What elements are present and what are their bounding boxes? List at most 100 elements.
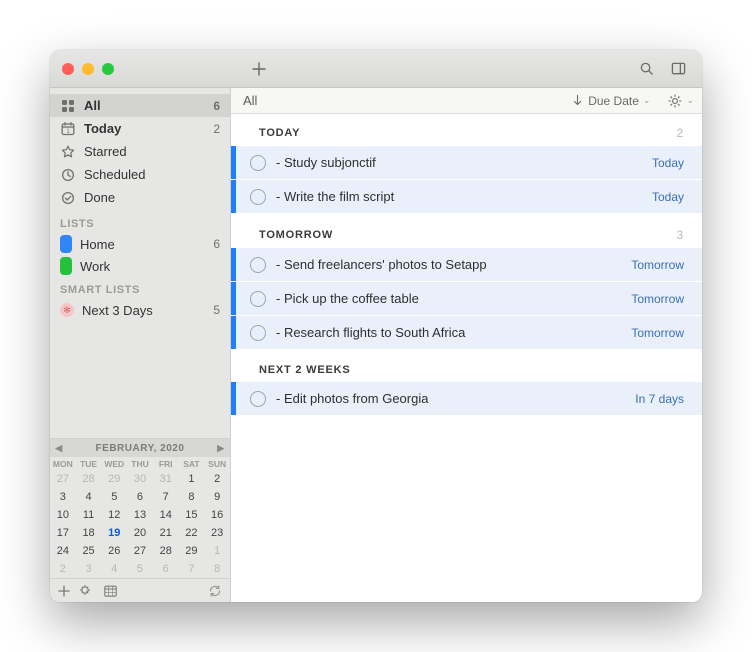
calendar-day[interactable]: 19	[101, 524, 127, 542]
calendar-day[interactable]: 4	[76, 488, 102, 506]
smart-list-item[interactable]: ✻Next 3 Days5	[50, 299, 230, 321]
calendar-day[interactable]: 15	[179, 506, 205, 524]
calendar-day[interactable]: 6	[153, 560, 179, 578]
calendar-day[interactable]: 22	[179, 524, 205, 542]
calendar-day[interactable]: 18	[76, 524, 102, 542]
add-list-button[interactable]	[58, 585, 70, 597]
calendar-day[interactable]: 9	[204, 488, 230, 506]
calendar-day[interactable]: 8	[204, 560, 230, 578]
sidebar-nav-today[interactable]: 1Today2	[50, 117, 230, 140]
calendar-day[interactable]: 29	[179, 542, 205, 560]
task-row[interactable]: - Send freelancers' photos to SetappTomo…	[231, 248, 702, 282]
toggle-detail-pane-button[interactable]	[664, 58, 692, 80]
task-color-bar	[231, 248, 236, 281]
check-icon	[60, 190, 76, 206]
toggle-calendar-button[interactable]	[104, 585, 117, 597]
calendar-day[interactable]: 5	[127, 560, 153, 578]
calendar-day[interactable]: 27	[127, 542, 153, 560]
task-due-label: Tomorrow	[631, 326, 684, 340]
list-color-dot	[60, 257, 72, 275]
task-row[interactable]: - Pick up the coffee tableTomorrow	[231, 282, 702, 316]
minimize-window-button[interactable]	[82, 63, 94, 75]
calendar-dow: MON	[50, 457, 76, 470]
calendar-day[interactable]: 11	[76, 506, 102, 524]
list-item-home[interactable]: Home6	[50, 233, 230, 255]
calendar-day[interactable]: 20	[127, 524, 153, 542]
calendar-next-month-button[interactable]: ▶	[212, 439, 230, 457]
calendar-day[interactable]: 27	[50, 470, 76, 488]
calendar-day[interactable]: 26	[101, 542, 127, 560]
task-checkbox[interactable]	[250, 391, 266, 407]
content-title: All	[243, 93, 567, 108]
calendar-day[interactable]: 8	[179, 488, 205, 506]
group-title: NEXT 2 WEEKS	[259, 364, 351, 376]
calendar-day[interactable]: 30	[127, 470, 153, 488]
sort-menu-button[interactable]: Due Date ⌄	[573, 94, 650, 108]
calendar-day[interactable]: 3	[76, 560, 102, 578]
list-item-work[interactable]: Work	[50, 255, 230, 277]
task-title: - Study subjonctif	[276, 155, 652, 170]
calendar-day[interactable]: 23	[204, 524, 230, 542]
calendar-day[interactable]: 7	[179, 560, 205, 578]
nav-label: Scheduled	[84, 167, 200, 182]
calendar-day[interactable]: 2	[50, 560, 76, 578]
task-row[interactable]: - Write the film scriptToday	[231, 180, 702, 214]
sidebar-nav-done[interactable]: Done	[50, 186, 230, 209]
calendar-day[interactable]: 29	[101, 470, 127, 488]
sidebar-nav-all[interactable]: All6	[50, 94, 230, 117]
settings-menu-button[interactable]	[80, 585, 94, 597]
list-label: Work	[80, 259, 212, 274]
task-group-header: TODAY2	[231, 114, 702, 146]
zoom-window-button[interactable]	[102, 63, 114, 75]
sync-button[interactable]	[208, 585, 222, 597]
calendar-day[interactable]: 2	[204, 470, 230, 488]
list-label: Home	[80, 237, 205, 252]
calendar-title: FEBRUARY, 2020	[96, 443, 185, 454]
calendar-day[interactable]: 5	[101, 488, 127, 506]
chevron-down-icon: ⌄	[643, 95, 651, 106]
calendar-prev-month-button[interactable]: ◀	[50, 439, 68, 457]
calendar-day[interactable]: 3	[50, 488, 76, 506]
task-checkbox[interactable]	[250, 155, 266, 171]
close-window-button[interactable]	[62, 63, 74, 75]
calendar-day[interactable]: 28	[153, 542, 179, 560]
calendar-day[interactable]: 24	[50, 542, 76, 560]
task-row[interactable]: - Study subjonctifToday	[231, 146, 702, 180]
sidebar-nav-scheduled[interactable]: Scheduled	[50, 163, 230, 186]
calendar-day[interactable]: 1	[204, 542, 230, 560]
task-row[interactable]: - Research flights to South AfricaTomorr…	[231, 316, 702, 350]
task-checkbox[interactable]	[250, 257, 266, 273]
calendar-day[interactable]: 1	[179, 470, 205, 488]
task-due-label: Tomorrow	[631, 292, 684, 306]
calendar-day[interactable]: 10	[50, 506, 76, 524]
task-title: - Pick up the coffee table	[276, 291, 631, 306]
sidebar-nav-starred[interactable]: Starred	[50, 140, 230, 163]
calendar-day[interactable]: 13	[127, 506, 153, 524]
task-checkbox[interactable]	[250, 325, 266, 341]
app-window: All61Today2StarredScheduledDone LISTS Ho…	[50, 50, 702, 602]
task-color-bar	[231, 180, 236, 213]
calendar-day[interactable]: 31	[153, 470, 179, 488]
search-button[interactable]	[632, 58, 660, 80]
calendar-day[interactable]: 7	[153, 488, 179, 506]
task-due-label: Today	[652, 156, 684, 170]
task-checkbox[interactable]	[250, 291, 266, 307]
calendar-day[interactable]: 28	[76, 470, 102, 488]
smart-list-label: Next 3 Days	[82, 303, 205, 318]
clock-icon	[60, 167, 76, 183]
calendar-day[interactable]: 6	[127, 488, 153, 506]
task-row[interactable]: - Edit photos from GeorgiaIn 7 days	[231, 382, 702, 416]
add-task-button[interactable]	[245, 58, 273, 80]
view-options-button[interactable]: ⌄	[668, 94, 694, 108]
calendar-day[interactable]: 16	[204, 506, 230, 524]
calendar-day[interactable]: 17	[50, 524, 76, 542]
task-checkbox[interactable]	[250, 189, 266, 205]
task-color-bar	[231, 282, 236, 315]
star-icon	[60, 144, 76, 160]
calendar-day[interactable]: 4	[101, 560, 127, 578]
calendar-day[interactable]: 21	[153, 524, 179, 542]
calendar-day[interactable]: 12	[101, 506, 127, 524]
group-count: 2	[677, 126, 684, 140]
calendar-day[interactable]: 25	[76, 542, 102, 560]
calendar-day[interactable]: 14	[153, 506, 179, 524]
